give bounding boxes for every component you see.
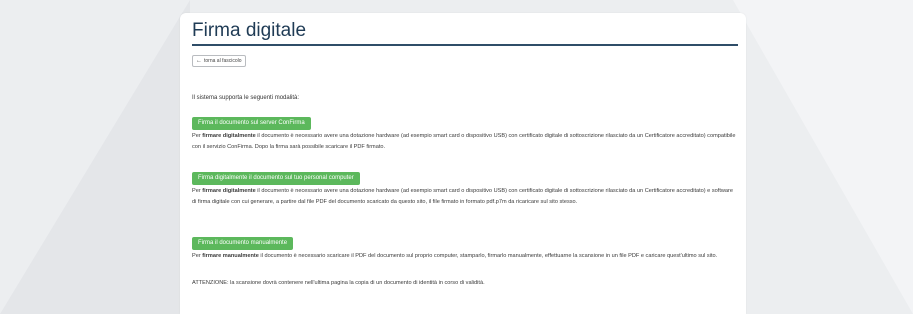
- intro-text: Il sistema supporta le seguenti modalità…: [192, 95, 300, 101]
- back-button-label: torna al fascicolo: [204, 58, 242, 64]
- title-divider: [192, 44, 738, 46]
- sign-on-server-button[interactable]: Firma il documento sul server ConFirma: [192, 117, 311, 130]
- description-text: il documento è necessario scaricare il P…: [258, 253, 718, 259]
- content-card: Firma digitale ← torna al fascicolo Il s…: [180, 13, 746, 314]
- background-shape: [733, 0, 913, 314]
- description-lead: Per: [192, 133, 203, 139]
- option-description: Per firmare digitalmente il documento è …: [192, 131, 737, 153]
- description-bold: firmare manualmente: [202, 253, 259, 259]
- description-lead: Per: [192, 188, 203, 194]
- description-text: il documento è necessario avere una dota…: [192, 188, 733, 205]
- description-lead: Per: [192, 253, 203, 259]
- attention-note: ATTENZIONE: la scansione dovrà contenere…: [192, 280, 485, 286]
- sign-on-pc-button[interactable]: Firma digitalmente il documento sul tuo …: [192, 172, 360, 185]
- option-description: Per firmare digitalmente il documento è …: [192, 186, 737, 208]
- background-shape: [0, 0, 190, 314]
- sign-manually-button[interactable]: Firma il documento manualmente: [192, 237, 294, 250]
- description-bold: firmare digitalmente: [202, 188, 256, 194]
- back-button[interactable]: ← torna al fascicolo: [192, 55, 246, 67]
- page-title: Firma digitale: [192, 20, 307, 41]
- arrow-left-icon: ←: [196, 58, 202, 64]
- description-text: il documento è necessario avere una dota…: [192, 133, 736, 150]
- description-bold: firmare digitalmente: [202, 133, 256, 139]
- option-description: Per firmare manualmente il documento è n…: [192, 251, 737, 262]
